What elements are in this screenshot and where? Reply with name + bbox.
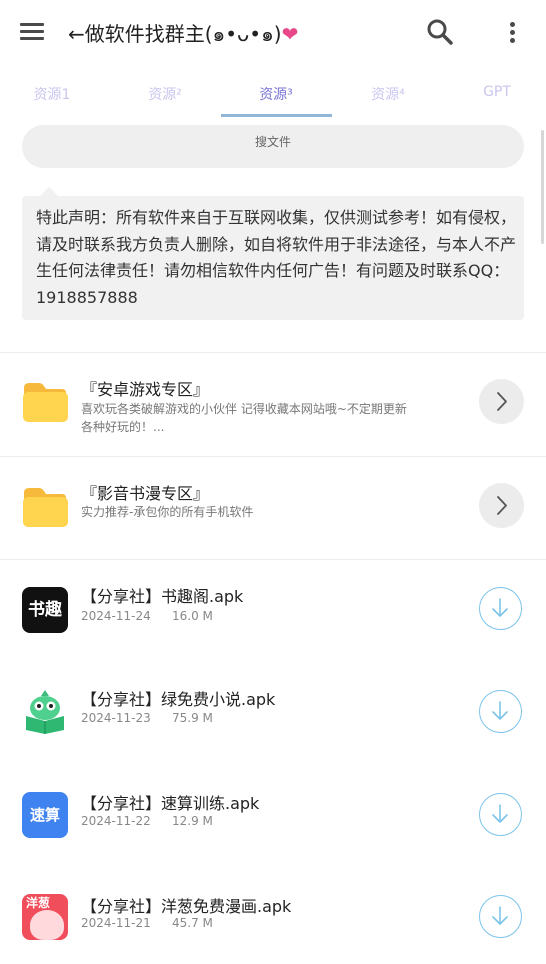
download-icon[interactable] xyxy=(479,690,522,733)
app-icon-susuan: 速算 xyxy=(22,792,68,838)
scrollbar[interactable] xyxy=(541,130,544,244)
folder-desc: 实力推荐-承包你的所有手机软件 xyxy=(81,505,254,519)
tab-resource-2[interactable]: 资源² xyxy=(110,84,220,104)
app-icon-lvmianfei xyxy=(22,688,68,734)
file-item[interactable]: 洋葱 【分享社】洋葱免费漫画.apk 2024-11-21 45.7 M xyxy=(0,874,546,964)
file-size: 12.9 M xyxy=(172,814,213,828)
file-item[interactable]: 速算 【分享社】速算训练.apk 2024-11-22 12.9 M xyxy=(0,771,546,861)
file-date: 2024-11-21 xyxy=(81,916,151,930)
file-name: 【分享社】速算训练.apk xyxy=(81,794,260,813)
folder-icon xyxy=(22,380,68,422)
menu-icon[interactable] xyxy=(18,20,46,44)
app-icon-yangcong: 洋葱 xyxy=(22,894,68,940)
notice-card: 特此声明：所有软件来自于互联网收集，仅供测试参考！如有侵权，请及时联系我方负责人… xyxy=(22,187,524,320)
tab-resource-4[interactable]: 资源⁴ xyxy=(333,84,443,104)
folder-desc: 喜欢玩各类破解游戏的小伙伴 记得收藏本网站哦~不定期更新各种好玩的！... xyxy=(81,402,407,434)
app-bar: ←做软件找群主(๑•ᴗ•๑)❤ xyxy=(0,0,546,64)
file-size: 16.0 M xyxy=(172,609,213,623)
file-item[interactable]: 【分享社】绿免费小说.apk 2024-11-23 75.9 M xyxy=(0,668,546,758)
page-title: ←做软件找群主(๑•ᴗ•๑)❤ xyxy=(68,18,298,50)
onion-face-icon xyxy=(30,910,64,940)
file-date: 2024-11-24 xyxy=(81,609,151,623)
download-icon[interactable] xyxy=(479,587,522,630)
folder-title: 『影音书漫专区』 xyxy=(81,484,210,503)
title-text: ←做软件找群主(๑•ᴗ•๑) xyxy=(68,22,282,46)
file-date: 2024-11-22 xyxy=(81,814,151,828)
chevron-right-icon[interactable] xyxy=(479,379,524,424)
file-size: 75.9 M xyxy=(172,711,213,725)
search-icon[interactable] xyxy=(424,16,456,48)
app-icon-label: 洋葱 xyxy=(26,896,51,910)
app-icon-shuquge: 书趣 xyxy=(22,587,68,633)
file-item[interactable]: 书趣 【分享社】书趣阁.apk 2024-11-24 16.0 M xyxy=(0,565,546,655)
file-name: 【分享社】书趣阁.apk xyxy=(81,587,244,606)
tab-resource-1[interactable]: 资源1 xyxy=(0,84,107,104)
tab-resource-3[interactable]: 资源³ xyxy=(221,84,331,104)
app-icon-label: 速算 xyxy=(29,806,60,824)
chevron-right-icon[interactable] xyxy=(479,483,524,528)
divider xyxy=(0,559,546,560)
download-icon[interactable] xyxy=(479,793,522,836)
app-icon-label: 书趣 xyxy=(28,600,62,620)
file-name: 【分享社】洋葱免费漫画.apk xyxy=(81,897,292,916)
tab-indicator xyxy=(221,114,332,117)
folder-title: 『安卓游戏专区』 xyxy=(81,380,210,399)
download-icon[interactable] xyxy=(479,895,522,938)
folder-icon xyxy=(22,485,68,527)
folder-item[interactable]: 『影音书漫专区』 实力推荐-承包你的所有手机软件 xyxy=(0,456,546,556)
file-name: 【分享社】绿免费小说.apk xyxy=(81,690,276,709)
search-input[interactable]: 搜文件 xyxy=(22,125,524,168)
heart-icon: ❤ xyxy=(281,22,299,46)
file-date: 2024-11-23 xyxy=(81,711,151,725)
notice-text: 特此声明：所有软件来自于互联网收集，仅供测试参考！如有侵权，请及时联系我方负责人… xyxy=(36,208,517,307)
folder-item[interactable]: 『安卓游戏专区』 喜欢玩各类破解游戏的小伙伴 记得收藏本网站哦~不定期更新各种好… xyxy=(0,352,546,452)
more-vert-icon[interactable] xyxy=(500,18,524,48)
tab-gpt[interactable]: GPT xyxy=(442,84,546,100)
file-size: 45.7 M xyxy=(172,916,213,930)
